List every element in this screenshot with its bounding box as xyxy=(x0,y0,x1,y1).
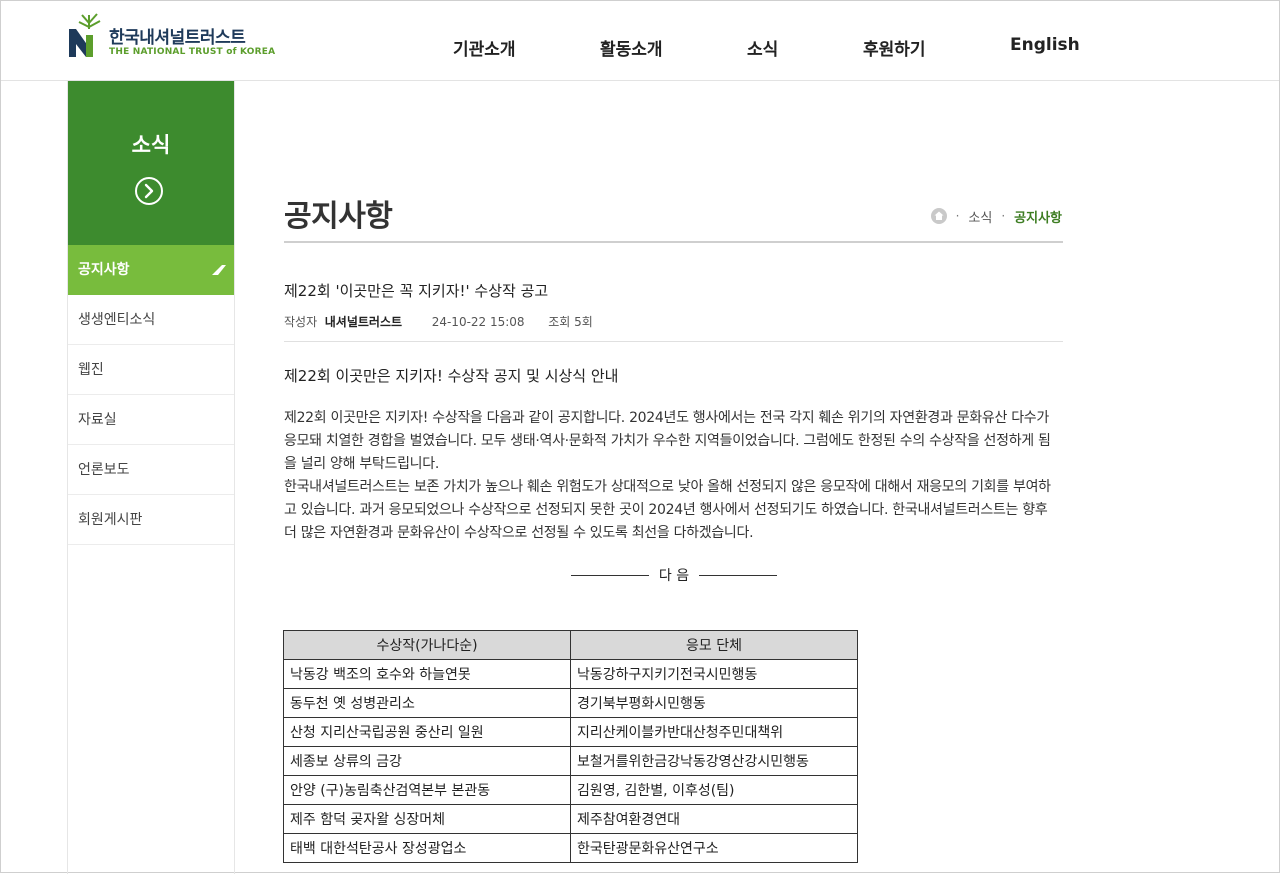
side-item-live-news[interactable]: 생생엔티소식 xyxy=(68,295,234,345)
post-meta: 작성자 내셔널트러스트 24-10-22 15:08 조회 5회 xyxy=(284,313,593,330)
home-icon[interactable] xyxy=(930,208,947,224)
table-row: 산청 지리산국립공원 중산리 일원 지리산케이블카반대산청주민대책위 xyxy=(283,717,858,747)
side-nav-arrow-button[interactable] xyxy=(135,177,163,205)
table-row: 낙동강 백조의 호수와 하늘연못 낙동강하구지키기전국시민행동 xyxy=(283,659,858,689)
national-trust-logo-icon xyxy=(69,13,101,57)
table-cell: 안양 (구)농림축산검역본부 본관동 xyxy=(283,775,571,805)
table-cell: 산청 지리산국립공원 중산리 일원 xyxy=(283,717,571,747)
side-nav-title: 소식 xyxy=(131,133,171,157)
gnb-news[interactable]: 소식 xyxy=(747,35,778,60)
side-item-member-board[interactable]: 회원게시판 xyxy=(68,495,234,545)
breadcrumb-separator: · xyxy=(1001,209,1006,223)
table-cell: 제주 함덕 곶자왈 싱장머체 xyxy=(283,804,571,834)
side-item-label: 공지사항 xyxy=(78,262,130,278)
post-date: 24-10-22 15:08 xyxy=(431,315,525,329)
gnb-english[interactable]: English xyxy=(1010,35,1080,55)
table-header-cell: 수상작(가나다순) xyxy=(283,630,571,660)
side-item-notice[interactable]: 공지사항 xyxy=(68,245,234,295)
breadcrumb-item-current: 공지사항 xyxy=(1014,210,1062,226)
site-logo[interactable]: 한국내셔널트러스트 THE NATIONAL TRUST of KOREA xyxy=(67,9,275,61)
table-cell: 낙동강하구지키기전국시민행동 xyxy=(570,659,858,689)
breadcrumb-separator: · xyxy=(955,209,960,223)
side-item-press[interactable]: 언론보도 xyxy=(68,445,234,495)
side-item-label: 생생엔티소식 xyxy=(78,312,156,328)
breadcrumb-item-news[interactable]: 소식 xyxy=(968,207,992,226)
side-item-archive[interactable]: 자료실 xyxy=(68,395,234,445)
table-cell: 김원영, 김한별, 이후성(팀) xyxy=(570,775,858,805)
site-header: 한국내셔널트러스트 THE NATIONAL TRUST of KOREA 기관… xyxy=(1,1,1279,81)
post-paragraph: 한국내셔널트러스트는 보존 가치가 높으나 훼손 위험도가 상대적으로 낮아 올… xyxy=(284,479,1051,541)
logo-text-english: THE NATIONAL TRUST of KOREA xyxy=(109,47,276,57)
table-cell: 세종보 상류의 금강 xyxy=(283,746,571,776)
table-cell: 낙동강 백조의 호수와 하늘연못 xyxy=(283,659,571,689)
title-divider xyxy=(284,241,1063,243)
table-cell: 태백 대한석탄공사 장성광업소 xyxy=(283,833,571,863)
meta-divider xyxy=(284,341,1063,342)
table-row: 세종보 상류의 금강 보철거를위한금강낙동강영산강시민행동 xyxy=(283,746,858,776)
side-item-label: 언론보도 xyxy=(78,462,130,478)
table-cell: 지리산케이블카반대산청주민대책위 xyxy=(570,717,858,747)
table-cell: 경기북부평화시민행동 xyxy=(570,688,858,718)
table-cell: 한국탄광문화유산연구소 xyxy=(570,833,858,863)
post-subheading: 제22회 이곳만은 지키자! 수상작 공지 및 시상식 안내 xyxy=(284,367,619,385)
table-cell: 동두천 옛 성병관리소 xyxy=(283,688,571,718)
table-row: 동두천 옛 성병관리소 경기북부평화시민행동 xyxy=(283,688,858,718)
side-item-webzine[interactable]: 웹진 xyxy=(68,345,234,395)
table-header-row: 수상작(가나다순) 응모 단체 xyxy=(283,630,858,660)
author-name: 내셔널트러스트 xyxy=(324,315,403,329)
section-divider: 다 음 xyxy=(571,565,777,585)
page-title: 공지사항 xyxy=(284,199,393,234)
side-nav: 소식 공지사항 생생엔티소식 웹진 자료실 언론보도 회원게시판 xyxy=(67,81,235,874)
side-item-label: 웹진 xyxy=(78,362,104,378)
post-paragraph: 제22회 이곳만은 지키자! 수상작을 다음과 같이 공지합니다. 2024년도… xyxy=(284,410,1051,472)
table-header-cell: 응모 단체 xyxy=(570,630,858,660)
table-cell: 보철거를위한금강낙동강영산강시민행동 xyxy=(570,746,858,776)
divider-line-right xyxy=(699,575,777,576)
table-row: 제주 함덕 곶자왈 싱장머체 제주참여환경연대 xyxy=(283,804,858,834)
active-indicator-icon xyxy=(212,265,226,275)
table-cell: 제주참여환경연대 xyxy=(570,804,858,834)
gnb-activities[interactable]: 활동소개 xyxy=(600,35,663,60)
post-body: 제22회 이곳만은 지키자! 수상작을 다음과 같이 공지합니다. 2024년도… xyxy=(284,407,1059,545)
view-count: 조회 5회 xyxy=(548,315,593,329)
side-item-label: 자료실 xyxy=(78,412,117,428)
chevron-right-icon xyxy=(144,183,154,199)
post-title: 제22회 '이곳만은 꼭 지키자!' 수상작 공고 xyxy=(284,282,549,300)
side-nav-header: 소식 xyxy=(68,81,234,245)
breadcrumb: · 소식 · 공지사항 xyxy=(930,206,1062,226)
gnb-donate[interactable]: 후원하기 xyxy=(863,35,926,60)
side-item-label: 회원게시판 xyxy=(78,512,143,528)
table-row: 태백 대한석탄공사 장성광업소 한국탄광문화유산연구소 xyxy=(283,833,858,863)
awards-table: 수상작(가나다순) 응모 단체 낙동강 백조의 호수와 하늘연못 낙동강하구지키기… xyxy=(283,630,858,863)
gnb-about[interactable]: 기관소개 xyxy=(453,35,516,60)
logo-text-korean: 한국내셔널트러스트 xyxy=(109,28,246,48)
author-label: 작성자 xyxy=(284,315,318,329)
table-row: 안양 (구)농림축산검역본부 본관동 김원영, 김한별, 이후성(팀) xyxy=(283,775,858,805)
